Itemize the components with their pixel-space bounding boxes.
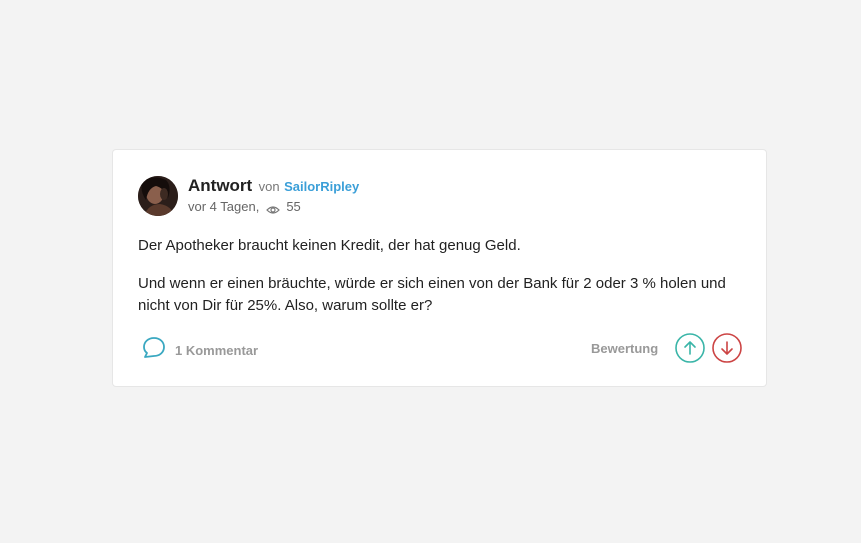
answer-footer: 1 Kommentar Bewertung — [138, 331, 742, 366]
comments-label: 1 Kommentar — [175, 343, 259, 358]
view-count: 55 — [286, 199, 301, 214]
answer-paragraph: Der Apotheker braucht keinen Kredit, der… — [138, 237, 521, 254]
arrow-up-circle-icon — [675, 333, 705, 367]
speech-bubble-icon — [141, 335, 167, 366]
comments-button[interactable]: 1 Kommentar — [141, 335, 258, 366]
upvote-button[interactable] — [675, 333, 705, 363]
avatar[interactable] — [138, 176, 178, 216]
arrow-down-circle-icon — [712, 333, 742, 367]
answer-paragraph: Und wenn er einen bräuchte, würde er sic… — [138, 275, 726, 314]
answer-title: Antwort — [188, 176, 253, 195]
by-label: von — [258, 179, 280, 194]
answer-card: Antwort von SailorRipley vor 4 Tagen, 55… — [112, 149, 767, 387]
rating-label: Bewertung — [591, 341, 659, 356]
eye-icon — [266, 202, 281, 214]
author-link[interactable]: SailorRipley — [284, 179, 359, 194]
answer-body: Der Apotheker braucht keinen Kredit, der… — [138, 235, 738, 333]
downvote-button[interactable] — [712, 333, 742, 363]
answer-header: Antwort von SailorRipley — [188, 176, 359, 197]
answer-meta: vor 4 Tagen, 55 — [188, 198, 301, 216]
timestamp: vor 4 Tagen, — [188, 199, 260, 214]
